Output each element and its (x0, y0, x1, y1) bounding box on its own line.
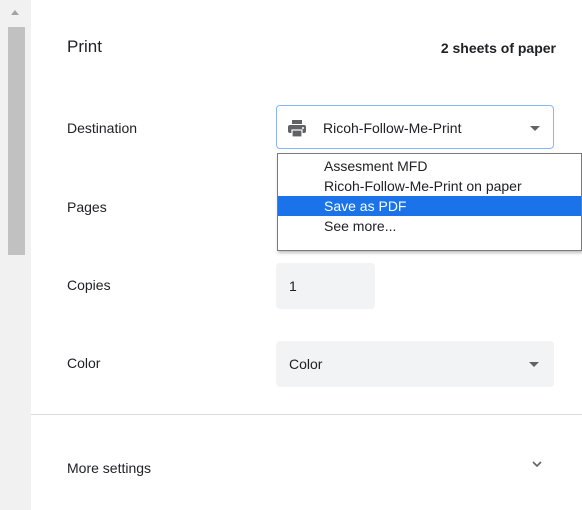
divider (31, 414, 582, 415)
scroll-up-arrow-icon[interactable] (11, 10, 19, 15)
copies-input[interactable]: 1 (276, 263, 375, 309)
scrollbar-thumb[interactable] (8, 27, 25, 255)
printer-icon (288, 120, 306, 138)
more-settings-label[interactable]: More settings (67, 460, 151, 476)
option-assesment-mfd[interactable]: Assesment MFD (278, 156, 581, 176)
chevron-down-icon[interactable] (531, 458, 543, 470)
destination-label: Destination (67, 120, 138, 136)
option-ricoh-on-paper[interactable]: Ricoh-Follow-Me-Print on paper (278, 176, 581, 196)
pages-label: Pages (67, 199, 107, 215)
copies-value: 1 (289, 278, 297, 294)
destination-select[interactable]: Ricoh-Follow-Me-Print (276, 105, 554, 149)
scrollbar[interactable] (0, 0, 31, 510)
caret-down-icon (529, 362, 539, 367)
option-see-more[interactable]: See more... (278, 216, 581, 236)
caret-down-icon (530, 126, 540, 131)
color-value: Color (289, 356, 323, 372)
sheet-count: 2 sheets of paper (440, 40, 556, 56)
color-select[interactable]: Color (276, 341, 554, 387)
option-save-as-pdf[interactable]: Save as PDF (278, 196, 581, 216)
color-label: Color (67, 355, 101, 371)
destination-value: Ricoh-Follow-Me-Print (323, 120, 462, 136)
copies-label: Copies (67, 277, 111, 293)
destination-dropdown-list[interactable]: Assesment MFD Ricoh-Follow-Me-Print on p… (277, 153, 582, 251)
page-title: Print (67, 37, 102, 56)
